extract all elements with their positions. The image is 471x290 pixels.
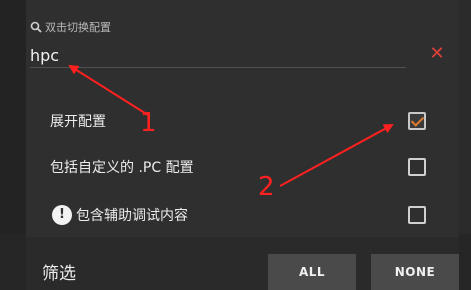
config-filter-popup: 双击切换配置 ✕ 展开配置 包括自定义的 .PC 配置 ! 包含辅助调试内容 筛… [26, 0, 459, 290]
info-icon: ! [52, 205, 72, 225]
annotation-number-1: 1 [140, 108, 157, 138]
option-include-debug[interactable]: ! 包含辅助调试内容 [26, 195, 459, 235]
include-pc-config-checkbox[interactable] [408, 158, 426, 176]
expand-config-checkbox[interactable] [408, 112, 426, 130]
filter-label: 筛选 [42, 264, 76, 284]
search-hint-text: 双击切换配置 [45, 21, 111, 34]
annotation-number-2: 2 [258, 172, 275, 202]
include-debug-checkbox[interactable] [408, 206, 426, 224]
select-all-button[interactable]: ALL [268, 254, 356, 290]
filter-footer: 筛选 ALL NONE [26, 237, 459, 290]
option-label: 包含辅助调试内容 [76, 208, 188, 224]
option-include-pc-config[interactable]: 包括自定义的 .PC 配置 [26, 147, 459, 187]
option-label: 展开配置 [50, 114, 106, 130]
option-expand-config[interactable]: 展开配置 [26, 101, 459, 141]
clear-search-button[interactable]: ✕ [428, 44, 446, 64]
close-icon: ✕ [429, 43, 445, 64]
option-label: 包括自定义的 .PC 配置 [50, 160, 194, 176]
select-none-button[interactable]: NONE [371, 254, 459, 290]
search-input[interactable] [30, 44, 406, 68]
search-icon [30, 21, 42, 33]
search-hint: 双击切换配置 [30, 18, 111, 36]
